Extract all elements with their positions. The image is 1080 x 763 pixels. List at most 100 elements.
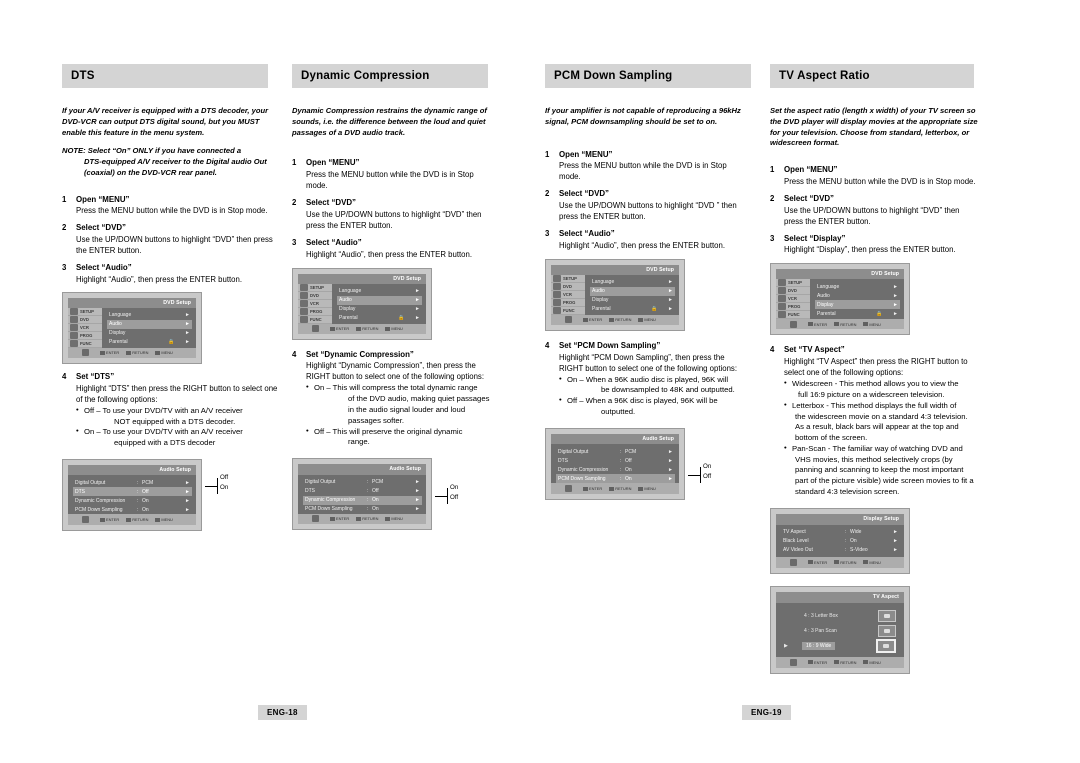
row-label: Display xyxy=(817,301,834,308)
menu-row-parental[interactable]: Parental 🔒 ► xyxy=(590,305,675,314)
menu-row-dts[interactable]: DTS: Off ► xyxy=(556,456,675,465)
sidebar-item-vcr[interactable]: VCR xyxy=(298,299,332,308)
menu-row-dynamic-compression[interactable]: Dynamic Compression : On ► xyxy=(73,496,192,505)
row-label: Digital Output xyxy=(305,479,336,486)
footer-menu[interactable]: MENU xyxy=(638,486,656,491)
menu-row-audio[interactable]: Audio ► xyxy=(815,291,900,300)
footer-menu[interactable]: MENU xyxy=(863,322,881,327)
sidebar-item-dvd[interactable]: DVD xyxy=(298,291,332,300)
lock-icon: 🔒 xyxy=(651,306,658,313)
menu-row-language[interactable]: Language ► xyxy=(590,278,675,287)
footer-menu[interactable]: MENU xyxy=(155,517,173,522)
menu-row-parental[interactable]: Parental 🔒 ► xyxy=(337,314,422,323)
sidebar-item-vcr[interactable]: VCR xyxy=(776,295,810,304)
menu-row-audio[interactable]: Audio ► xyxy=(107,319,192,329)
menu-row-tv-aspect[interactable]: TV Aspect: Wide ► xyxy=(781,528,900,537)
menu-row-digital-output[interactable]: Digital Output: PCM ► xyxy=(556,447,675,456)
row-label: TV Aspect xyxy=(783,529,806,536)
footer-return[interactable]: RETURN xyxy=(126,517,148,522)
footer-enter[interactable]: ENTER xyxy=(583,317,602,322)
footer-enter[interactable]: ENTER xyxy=(330,326,349,331)
option-pan-scan: • Pan-Scan - The familiar way of watchin… xyxy=(784,443,978,498)
footer-menu[interactable]: MENU xyxy=(385,326,403,331)
sidebar-item-dvd[interactable]: DVD xyxy=(68,315,102,324)
footer-enter[interactable]: ENTER xyxy=(808,660,827,665)
aspect-option-letterbox[interactable]: 4 : 3 Letter Box xyxy=(784,609,896,624)
chevron-right-icon: ► xyxy=(893,301,898,308)
row-label: Audio xyxy=(339,297,352,304)
menu-row-language[interactable]: Language ► xyxy=(107,311,192,320)
footer-enter[interactable]: ENTER xyxy=(330,516,349,521)
sidebar-item-prog[interactable]: PROG xyxy=(776,303,810,312)
option-off: • Off – This will preserve the original … xyxy=(306,426,492,449)
menu-row-dts[interactable]: DTS : Off ► xyxy=(73,487,192,497)
footer-return[interactable]: RETURN xyxy=(356,326,378,331)
sidebar-item-func[interactable]: FUNC xyxy=(68,339,102,348)
menu-row-parental[interactable]: Parental 🔒 ► xyxy=(815,309,900,318)
section-intro: If your A/V receiver is equipped with a … xyxy=(62,106,269,137)
footer-return[interactable]: RETURN xyxy=(834,660,856,665)
sidebar-item-vcr[interactable]: VCR xyxy=(551,290,585,299)
sidebar-item-dvd[interactable]: DVD xyxy=(551,282,585,291)
footer-menu[interactable]: MENU xyxy=(638,317,656,322)
menu-row-digital-output[interactable]: Digital Output : PCM ► xyxy=(73,478,192,487)
sidebar-item-func[interactable]: FUNC xyxy=(551,306,585,315)
footer-menu[interactable]: MENU xyxy=(155,350,173,355)
menu-row-pcm-down-sampling[interactable]: PCM Down Sampling: On ► xyxy=(303,505,422,514)
menu-row-dynamic-compression[interactable]: Dynamic Compression: On ► xyxy=(556,465,675,474)
step-body: Highlight “TV Aspect” then press the RIG… xyxy=(784,357,968,378)
menu-row-dts[interactable]: DTS: Off ► xyxy=(303,487,422,496)
menu-list: Digital Output: PCM ► DTS: Off ► Dynamic Com… xyxy=(298,475,426,514)
menu-row-display[interactable]: Display ► xyxy=(815,300,900,310)
sidebar-item-setup[interactable]: SETUP xyxy=(776,279,810,288)
aspect-option-list: 4 : 3 Letter Box 4 : 3 Pan Scan ▶ 16 : 9… xyxy=(776,603,904,657)
sidebar-item-prog[interactable]: PROG xyxy=(298,307,332,316)
footer-menu[interactable]: MENU xyxy=(385,516,403,521)
menu-row-dynamic-compression[interactable]: Dynamic Compression: On ► xyxy=(303,495,422,505)
aspect-option-wide[interactable]: ▶ 16 : 9 Wide xyxy=(784,639,896,654)
menu-row-black-level[interactable]: Black Level: On ► xyxy=(781,537,900,546)
aspect-option-pan-scan[interactable]: 4 : 3 Pan Scan xyxy=(784,624,896,639)
step-body: Use the UP/DOWN buttons to highlight “DV… xyxy=(559,201,737,222)
footer-enter[interactable]: ENTER xyxy=(100,350,119,355)
menu-row-digital-output[interactable]: Digital Output: PCM ► xyxy=(303,478,422,487)
menu-row-audio[interactable]: Audio ► xyxy=(590,286,675,296)
menu-row-language[interactable]: Language ► xyxy=(815,282,900,291)
menu-row-language[interactable]: Language ► xyxy=(337,287,422,296)
menu-row-pcm-down-sampling[interactable]: PCM Down Sampling: On ► xyxy=(556,474,675,484)
sidebar-item-setup[interactable]: SETUP xyxy=(298,283,332,292)
footer-enter[interactable]: ENTER xyxy=(808,322,827,327)
sidebar-item-setup[interactable]: SETUP xyxy=(68,307,102,316)
menu-row-audio[interactable]: Audio ► xyxy=(337,295,422,305)
footer-return[interactable]: RETURN xyxy=(356,516,378,521)
sidebar-item-prog[interactable]: PROG xyxy=(68,331,102,340)
lock-icon: 🔒 xyxy=(876,310,883,317)
radio-box[interactable] xyxy=(878,625,896,638)
radio-box-selected[interactable] xyxy=(876,639,896,654)
radio-box[interactable] xyxy=(878,610,896,623)
footer-enter[interactable]: ENTER xyxy=(808,560,827,565)
menu-row-display[interactable]: Display ► xyxy=(337,305,422,314)
footer-menu[interactable]: MENU xyxy=(863,660,881,665)
sidebar-item-func[interactable]: FUNC xyxy=(776,311,810,320)
footer-return[interactable]: RETURN xyxy=(609,486,631,491)
sidebar-item-vcr[interactable]: VCR xyxy=(68,323,102,332)
footer-return[interactable]: RETURN xyxy=(834,322,856,327)
menu-row-pcm-down-sampling[interactable]: PCM Down Sampling : On ► xyxy=(73,505,192,514)
footer-return[interactable]: RETURN xyxy=(126,350,148,355)
footer-menu[interactable]: MENU xyxy=(863,560,881,565)
menu-row-parental[interactable]: Parental 🔒 ► xyxy=(107,338,192,347)
menu-row-av-video-out[interactable]: AV Video Out: S-Video ► xyxy=(781,546,900,555)
footer-return[interactable]: RETURN xyxy=(609,317,631,322)
footer-enter[interactable]: ENTER xyxy=(583,486,602,491)
footer-return[interactable]: RETURN xyxy=(834,560,856,565)
sidebar-item-func[interactable]: FUNC xyxy=(298,315,332,324)
sidebar-item-dvd[interactable]: DVD xyxy=(776,287,810,296)
menu-row-display[interactable]: Display ► xyxy=(590,296,675,305)
sidebar-item-setup[interactable]: SETUP xyxy=(551,274,585,283)
sidebar-label: DVD xyxy=(80,316,89,322)
sidebar-item-prog[interactable]: PROG xyxy=(551,298,585,307)
menu-title: DVD Setup xyxy=(871,271,899,278)
menu-row-display[interactable]: Display ► xyxy=(107,329,192,338)
footer-enter[interactable]: ENTER xyxy=(100,517,119,522)
